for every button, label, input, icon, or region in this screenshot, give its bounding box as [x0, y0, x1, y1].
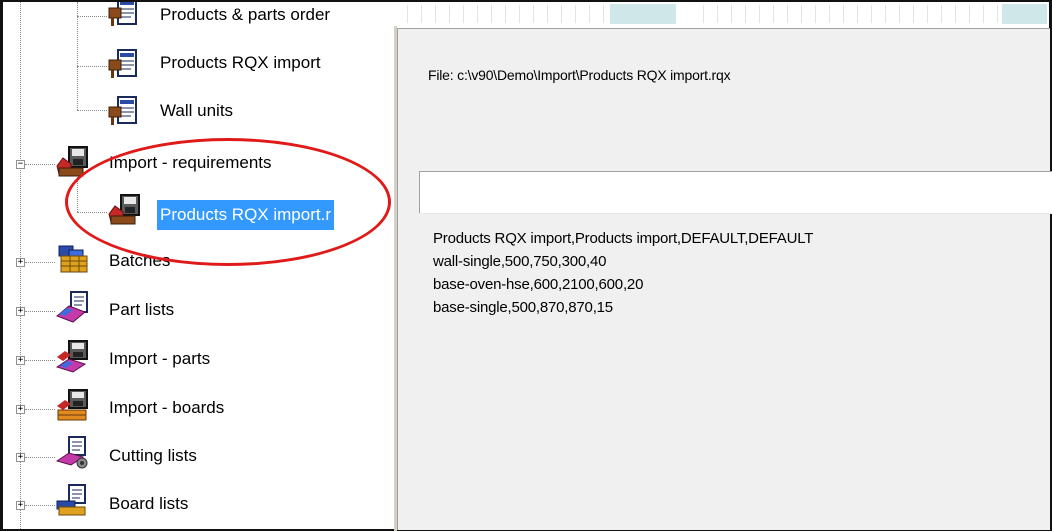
grid-cell — [858, 5, 872, 23]
content-line: Products RQX import,Products import,DEFA… — [433, 230, 814, 247]
batches-icon — [58, 245, 88, 273]
tree-item-label: Part lists — [109, 300, 175, 319]
tree-item-label: Wall units — [160, 101, 234, 120]
grid-cell — [872, 5, 886, 23]
grid-cell — [408, 5, 422, 23]
grid-cell — [464, 5, 478, 23]
grid-cell — [534, 5, 548, 23]
grid-cell — [928, 5, 942, 23]
grid-cell — [970, 5, 984, 23]
grid-cell — [802, 5, 816, 23]
board-lists-icon — [56, 484, 86, 516]
grid-cell — [520, 5, 534, 23]
report-icon — [108, 49, 137, 78]
grid-cell — [886, 5, 900, 23]
expand-toggle[interactable]: + — [16, 501, 25, 510]
tree-connector — [25, 360, 55, 361]
top-grid-strip — [394, 2, 1049, 26]
grid-cell — [942, 5, 956, 23]
expand-toggle[interactable]: + — [16, 405, 25, 414]
grid-cell — [436, 5, 450, 23]
tree-connector — [25, 505, 55, 506]
content-divider — [419, 213, 1051, 214]
tree-connector — [25, 164, 55, 165]
collapse-toggle[interactable]: − — [16, 160, 25, 169]
grid-cell — [478, 5, 492, 23]
grid-cell — [746, 5, 760, 23]
tree-item-label: Import - parts — [109, 349, 211, 368]
grid-cell — [984, 5, 998, 23]
expand-toggle[interactable]: + — [16, 307, 25, 316]
tree-item-label: Board lists — [109, 494, 189, 513]
content-line: wall-single,500,750,300,40 — [433, 253, 607, 270]
file-detail-pane: File: c:\v90\Demo\Import\Products RQX im… — [397, 28, 1052, 530]
grid-cell — [956, 5, 970, 23]
grid-cell — [394, 5, 408, 23]
report-icon — [108, 96, 137, 125]
grid-cell — [760, 5, 774, 23]
tree-item-label: Import - boards — [109, 398, 225, 417]
report-icon — [108, 2, 137, 26]
tree-connector — [77, 110, 107, 111]
grid-cell — [774, 5, 788, 23]
file-path-label: File: c:\v90\Demo\Import\Products RQX im… — [428, 67, 731, 83]
grid-cell — [914, 5, 928, 23]
grid-cell — [548, 5, 562, 23]
import-parts-icon — [55, 340, 88, 373]
expand-toggle[interactable]: + — [16, 453, 25, 462]
grid-cell — [506, 5, 520, 23]
grid-cell — [422, 5, 436, 23]
grid-cell — [590, 5, 604, 23]
grid-cell — [690, 5, 704, 23]
grid-highlight-cell — [610, 4, 676, 24]
grid-cell — [900, 5, 914, 23]
tree-connector — [25, 311, 55, 312]
grid-cell — [450, 5, 464, 23]
tree-connector — [25, 262, 55, 263]
expand-toggle[interactable]: + — [16, 258, 25, 267]
tree-connector — [25, 457, 55, 458]
grid-cell — [844, 5, 858, 23]
content-line: base-oven-hse,600,2100,600,20 — [433, 276, 644, 293]
expand-toggle[interactable]: + — [16, 356, 25, 365]
grid-cell — [492, 5, 506, 23]
part-lists-icon — [56, 291, 88, 323]
grid-cell — [732, 5, 746, 23]
file-content[interactable]: Products RQX import,Products import,DEFA… — [433, 227, 813, 319]
tree-connector — [77, 2, 78, 110]
grid-highlight-cell — [1002, 4, 1047, 24]
grid-cell — [788, 5, 802, 23]
grid-cell — [704, 5, 718, 23]
tree-connector — [77, 66, 107, 67]
grid-cell — [816, 5, 830, 23]
content-line: base-single,500,870,870,15 — [433, 299, 613, 316]
content-header-bar — [419, 171, 1052, 214]
grid-cell — [576, 5, 590, 23]
import-boards-icon — [57, 389, 88, 421]
tree-item-label: Products RQX import — [160, 53, 321, 72]
tree-view[interactable]: Products & parts order Products RQX impo… — [3, 2, 394, 529]
highlight-annotation — [65, 138, 391, 266]
grid-cell — [718, 5, 732, 23]
tree-connector — [25, 409, 55, 410]
tree-connector — [77, 16, 107, 17]
grid-cell — [562, 5, 576, 23]
tree-item-label: Cutting lists — [109, 446, 197, 465]
grid-cell — [830, 5, 844, 23]
tree-item-label: Products & parts order — [160, 5, 331, 24]
cutting-lists-icon — [55, 436, 88, 469]
